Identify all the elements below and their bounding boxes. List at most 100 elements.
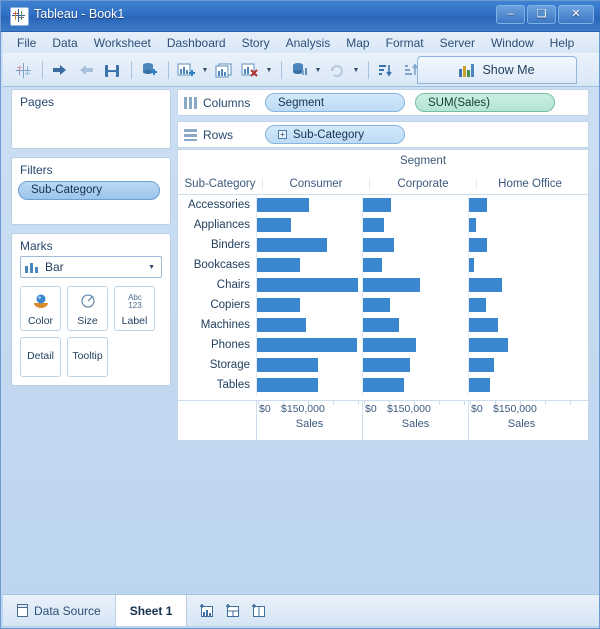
menu-story[interactable]: Story — [234, 34, 278, 52]
sort-ascending-icon[interactable] — [374, 58, 398, 82]
bar-mark[interactable] — [469, 378, 490, 392]
marks-tooltip-button[interactable]: Tooltip — [67, 337, 108, 377]
axis-consumer[interactable]: $0 $150,000 Sales — [256, 401, 362, 441]
menu-analysis[interactable]: Analysis — [278, 34, 339, 52]
duplicate-sheet-icon[interactable] — [212, 58, 236, 82]
row-header-binders[interactable]: Binders — [178, 239, 256, 251]
rows-shelf[interactable]: Rows + Sub-Category — [177, 121, 589, 148]
clear-sheet-dropdown-icon[interactable]: ▼ — [264, 58, 274, 82]
row-header-accessories[interactable]: Accessories — [178, 199, 256, 211]
new-data-source-icon[interactable] — [137, 58, 161, 82]
bar-mark[interactable] — [257, 238, 327, 252]
rows-pill-sub-category[interactable]: + Sub-Category — [265, 125, 405, 144]
maximize-button[interactable]: ❑ — [527, 5, 556, 24]
filters-card[interactable]: Filters Sub-Category — [11, 157, 171, 225]
bar-mark[interactable] — [363, 258, 382, 272]
bar-mark[interactable] — [257, 318, 306, 332]
new-dashboard-tab-icon[interactable] — [225, 603, 241, 618]
bar-mark[interactable] — [257, 338, 357, 352]
bar-mark[interactable] — [363, 218, 384, 232]
expand-plus-icon[interactable]: + — [278, 130, 287, 139]
marks-label-button[interactable]: Abc 123 Label — [114, 286, 155, 331]
bar-mark[interactable] — [257, 378, 318, 392]
menu-file[interactable]: File — [9, 34, 44, 52]
menu-format[interactable]: Format — [378, 34, 432, 52]
menu-window[interactable]: Window — [483, 34, 542, 52]
new-worksheet-tab-icon[interactable] — [199, 603, 215, 618]
bar-mark[interactable] — [469, 278, 502, 292]
bar-mark[interactable] — [363, 298, 390, 312]
bar-mark[interactable] — [469, 318, 498, 332]
redo-icon[interactable] — [74, 58, 98, 82]
row-header-tables[interactable]: Tables — [178, 379, 256, 391]
mark-type-select[interactable]: Bar ▼ — [20, 256, 162, 278]
bar-mark[interactable] — [363, 318, 399, 332]
bar-mark[interactable] — [257, 198, 309, 212]
row-header-phones[interactable]: Phones — [178, 339, 256, 351]
new-worksheet-icon[interactable] — [174, 58, 198, 82]
bar-mark[interactable] — [363, 378, 404, 392]
menu-server[interactable]: Server — [432, 34, 483, 52]
show-me-button[interactable]: Show Me — [417, 56, 577, 84]
chevron-down-icon[interactable]: ▼ — [148, 264, 155, 271]
row-header-chairs[interactable]: Chairs — [178, 279, 256, 291]
bar-mark[interactable] — [257, 278, 358, 292]
bar-mark[interactable] — [363, 278, 420, 292]
bar-mark[interactable] — [257, 218, 291, 232]
pages-card[interactable]: Pages — [11, 89, 171, 149]
bar-mark[interactable] — [257, 298, 300, 312]
bar-mark[interactable] — [469, 298, 486, 312]
axis-home-office[interactable]: $0 $150,000 Sales — [468, 401, 574, 441]
clear-sheet-icon[interactable] — [238, 58, 262, 82]
bar-mark[interactable] — [469, 218, 476, 232]
bar-mark[interactable] — [363, 198, 391, 212]
bar-mark[interactable] — [469, 198, 487, 212]
filters-dropzone[interactable]: Sub-Category — [12, 180, 170, 208]
menu-map[interactable]: Map — [338, 34, 377, 52]
marks-detail-button[interactable]: Detail — [20, 337, 61, 377]
bar-mark[interactable] — [363, 338, 416, 352]
bar-mark[interactable] — [257, 358, 318, 372]
columns-pill-segment[interactable]: Segment — [265, 93, 405, 112]
close-button[interactable]: ✕ — [558, 5, 594, 24]
bar-mark[interactable] — [257, 258, 300, 272]
row-header-machines[interactable]: Machines — [178, 319, 256, 331]
sheet-tab-sheet-1[interactable]: Sheet 1 — [115, 595, 188, 626]
row-header-copiers[interactable]: Copiers — [178, 299, 256, 311]
bar-mark[interactable] — [469, 338, 508, 352]
row-header-storage[interactable]: Storage — [178, 359, 256, 371]
menu-worksheet[interactable]: Worksheet — [86, 34, 159, 52]
refresh-dropdown-icon[interactable]: ▼ — [351, 58, 361, 82]
new-worksheet-dropdown-icon[interactable]: ▼ — [200, 58, 210, 82]
columns-shelf[interactable]: Columns Segment SUM(Sales) — [177, 89, 589, 116]
row-header-appliances[interactable]: Appliances — [178, 219, 256, 231]
axis-corporate[interactable]: $0 $150,000 Sales — [362, 401, 468, 441]
column-header-consumer[interactable]: Consumer — [262, 178, 369, 190]
bar-mark[interactable] — [469, 358, 494, 372]
column-header-home-office[interactable]: Home Office — [476, 178, 583, 190]
data-source-tab[interactable]: Data Source — [3, 595, 116, 626]
bar-mark[interactable] — [469, 238, 487, 252]
save-icon[interactable] — [100, 58, 124, 82]
menu-dashboard[interactable]: Dashboard — [159, 34, 234, 52]
swap-rows-columns-icon[interactable] — [287, 58, 311, 82]
tableau-logo-icon[interactable] — [11, 58, 35, 82]
bar-mark[interactable] — [469, 258, 474, 272]
menu-help[interactable]: Help — [542, 34, 583, 52]
pages-dropzone[interactable] — [12, 112, 170, 120]
filter-chip-sub-category[interactable]: Sub-Category — [18, 180, 160, 200]
viz-canvas[interactable]: Segment Sub-Category Consumer Corporate … — [177, 149, 589, 441]
refresh-data-source-icon[interactable] — [325, 58, 349, 82]
swap-dropdown-icon[interactable]: ▼ — [313, 58, 323, 82]
bar-mark[interactable] — [363, 358, 410, 372]
bar-mark[interactable] — [363, 238, 394, 252]
marks-color-button[interactable]: Color — [20, 286, 61, 331]
marks-size-button[interactable]: Size — [67, 286, 108, 331]
undo-icon[interactable] — [48, 58, 72, 82]
new-story-tab-icon[interactable] — [251, 603, 267, 618]
menu-data[interactable]: Data — [44, 34, 85, 52]
column-header-corporate[interactable]: Corporate — [369, 178, 476, 190]
columns-pill-sum-sales[interactable]: SUM(Sales) — [415, 93, 555, 112]
minimize-button[interactable]: – — [496, 5, 525, 24]
row-header-bookcases[interactable]: Bookcases — [178, 259, 256, 271]
